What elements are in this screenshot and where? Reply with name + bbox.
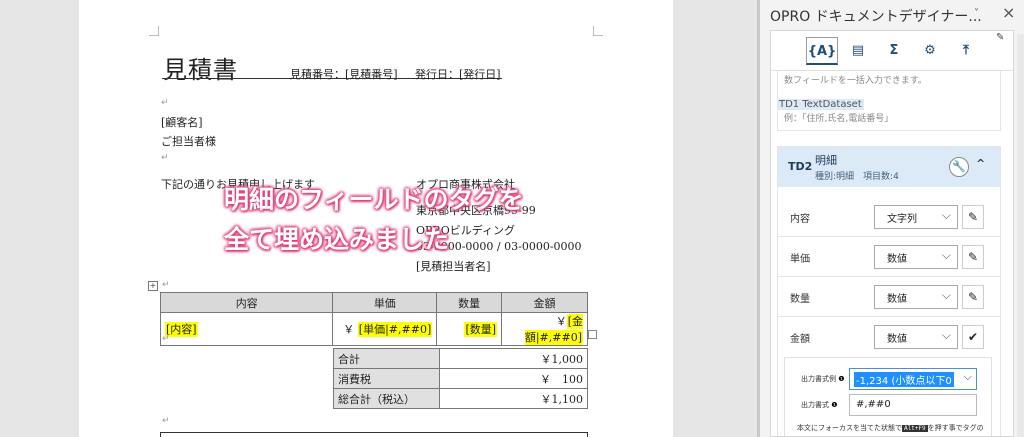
totals-table[interactable]: 合計 ￥1,000 消費税 ￥ 100 総合計（税込） ￥1,100 — [333, 348, 588, 409]
yen-sign: ￥ — [343, 323, 355, 336]
field-type-select[interactable]: 数値 ⌵ — [874, 285, 958, 309]
field-label: 単価 — [790, 254, 810, 265]
edit-pencil-icon[interactable]: ✎ — [962, 245, 984, 269]
field-row-content: 内容 文字列 ⌵ ✎ — [778, 197, 1000, 237]
format-example-value: -1,234 (小数点以下0 — [854, 372, 954, 387]
dataset-name: 明細 — [815, 154, 837, 167]
yen-sign: ￥ — [555, 315, 567, 328]
field-type-select[interactable]: 数値 ⌵ — [874, 245, 958, 269]
select-value: 文字列 — [887, 214, 917, 225]
check-icon[interactable]: ✔ — [962, 325, 984, 349]
field-type-select[interactable]: 文字列 ⌵ — [874, 205, 958, 229]
pane-content: {A} ▤ Σ ⚙ ⤒ ✎ 数フィールドを一括入力できます。 例：「住所,氏名,… — [770, 30, 1014, 437]
format-input[interactable]: #,##0 — [849, 394, 977, 416]
content-tag[interactable]: [内容] — [165, 322, 198, 337]
table-row: 消費税 ￥ 100 — [333, 368, 588, 389]
wrench-icon[interactable]: 🔧 — [949, 157, 969, 177]
contact-person: ご担当者様 — [161, 135, 216, 148]
format-example-select[interactable]: -1,234 (小数点以下0 ⌵ — [849, 368, 977, 390]
chevron-down-icon[interactable]: ˅ — [974, 8, 979, 19]
table-row: 総合計（税込） ￥1,100 — [333, 388, 588, 409]
table-resize-handle[interactable] — [588, 330, 597, 339]
pane-toolbar: {A} ▤ Σ ⚙ ⤒ ✎ — [771, 31, 1013, 71]
paragraph-mark: ↵ — [161, 98, 169, 108]
price-tag[interactable]: [単価|#,##0] — [357, 322, 433, 337]
total-value: ￥1,000 — [439, 348, 588, 369]
chevron-down-icon: ⌵ — [941, 208, 951, 222]
select-value: 数値 — [887, 294, 907, 305]
info-icon: ❶ — [831, 401, 838, 409]
field-icon[interactable]: {A} — [806, 37, 838, 65]
select-value: 数値 — [887, 334, 907, 345]
format-example-label: 出力書式例 ❶ — [801, 375, 845, 383]
field-row-amount: 金額 数値 ⌵ ✔ — [778, 317, 1000, 357]
gear-icon[interactable]: ⚙ — [914, 37, 946, 65]
table-move-handle-icon[interactable]: + — [148, 281, 158, 291]
format-settings: 出力書式例 ❶ -1,234 (小数点以下0 ⌵ 出力書式 ❶ #,##0 本文… — [784, 357, 992, 436]
estimate-number: 見積番号：[見積番号] — [290, 68, 398, 81]
sales-rep: [見積担当者名] — [416, 260, 491, 273]
field-label: 金額 — [790, 334, 810, 345]
paragraph-mark: ↵ — [161, 153, 169, 163]
paragraph-mark: ↵ — [162, 416, 170, 426]
issue-date: 発行日：[発行日] — [415, 68, 501, 81]
close-icon[interactable]: × — [1002, 3, 1015, 22]
pane-title: OPRO ドキュメントデザイナー... — [770, 9, 982, 25]
paragraph-mark: ↵ — [162, 280, 170, 290]
field-row-qty: 数量 数値 ⌵ ✎ — [778, 277, 1000, 317]
hint-example: 例：「住所,氏名,電話番号」 — [784, 114, 894, 124]
format-label: 出力書式 ❶ — [801, 401, 838, 409]
paragraph-mark: ↵ — [162, 334, 170, 344]
dataset-card-td2: TD2 明細 種別:明細 項目数:4 🔧 ^ 内容 文字列 ⌵ ✎ 単価 数値 ⌵ … — [777, 146, 1001, 436]
field-row-price: 単価 数値 ⌵ ✎ — [778, 237, 1000, 277]
chevron-down-icon: ⌵ — [941, 248, 951, 262]
grand-total-value: ￥1,100 — [439, 388, 588, 409]
upload-icon[interactable]: ⤒ — [950, 37, 982, 65]
select-value: 数値 — [887, 254, 907, 265]
header-qty: 数量 — [436, 292, 503, 313]
chevron-down-icon: ⌵ — [963, 370, 972, 383]
pin-icon[interactable]: ✎ — [996, 32, 1004, 43]
bottom-table-edge — [160, 432, 588, 437]
dataset-id: TD2 — [788, 160, 813, 173]
chevron-up-icon[interactable]: ^ — [976, 157, 985, 170]
td1-label: TD1 TextDataset — [777, 99, 864, 110]
table-row[interactable]: [内容] ￥ [単価|#,##0] [数量] ￥[金額|#,##0] — [159, 312, 588, 346]
amount-tag[interactable]: [金額|#,##0] — [524, 314, 583, 345]
annotation-banner: 明細のフィールドのタグを 全て埋め込みました — [224, 180, 524, 260]
banner-line-1: 明細のフィールドのタグを — [224, 185, 524, 214]
customer-name: [顧客名] — [161, 116, 203, 129]
header-price: 単価 — [332, 292, 438, 313]
total-label: 合計 — [333, 348, 440, 369]
field-label: 内容 — [790, 214, 810, 225]
chevron-down-icon: ⌵ — [941, 288, 951, 302]
tax-value: ￥ 100 — [439, 368, 588, 389]
sigma-icon[interactable]: Σ — [878, 37, 910, 65]
edit-pencil-icon[interactable]: ✎ — [962, 205, 984, 229]
header-content: 内容 — [159, 292, 334, 313]
field-label: 数量 — [790, 294, 810, 305]
info-icon: ❶ — [838, 375, 845, 383]
task-pane: OPRO ドキュメントデザイナー... ˅ × {A} ▤ Σ ⚙ ⤒ ✎ 数フ… — [760, 0, 1024, 437]
document-title: 見積書 — [163, 56, 238, 84]
help-note: 本文にフォーカスを当てた状態でAlt+F9を押す事でタグの表示を切り替える事がで… — [797, 424, 984, 432]
shortcut-key: Alt+F9 — [902, 425, 928, 432]
margin-mark — [149, 26, 159, 36]
dataset-meta: 種別:明細 項目数:4 — [815, 172, 899, 182]
edit-pencil-icon[interactable]: ✎ — [962, 285, 984, 309]
hint-text: 数フィールドを一括入力できます。 — [784, 76, 927, 86]
banner-line-2: 全て埋め込みました — [224, 225, 450, 254]
grand-total-label: 総合計（税込） — [333, 388, 440, 409]
tax-label: 消費税 — [333, 368, 440, 389]
card-header[interactable]: TD2 明細 種別:明細 項目数:4 🔧 ^ — [778, 147, 1000, 187]
header-amount: 金額 — [501, 292, 588, 313]
table-icon[interactable]: ▤ — [842, 37, 874, 65]
margin-mark — [593, 26, 603, 36]
pane-scrollbar[interactable] — [1017, 34, 1024, 437]
detail-table[interactable]: 内容 単価 数量 金額 [内容] ￥ [単価|#,##0] [数量] ￥[金額|… — [159, 292, 588, 346]
qty-tag[interactable]: [数量] — [464, 322, 498, 337]
field-type-select[interactable]: 数値 ⌵ — [874, 325, 958, 349]
chevron-down-icon: ⌵ — [941, 328, 951, 342]
table-row: 合計 ￥1,000 — [333, 348, 588, 369]
